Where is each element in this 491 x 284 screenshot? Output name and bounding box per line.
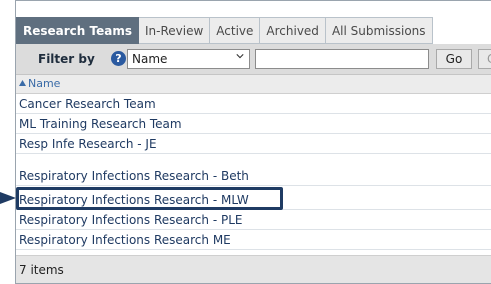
filter-text-input[interactable] <box>255 49 429 69</box>
filter-field-select[interactable]: Name <box>127 49 250 69</box>
selected-row-highlight <box>16 187 283 210</box>
list-item[interactable]: Cancer Research Team <box>16 94 491 114</box>
name-column-header[interactable]: Name <box>16 75 491 94</box>
tab-in-review[interactable]: In-Review <box>138 17 211 44</box>
list-item[interactable]: Resp Infe Research - JE <box>16 134 491 154</box>
tab-archived[interactable]: Archived <box>260 17 326 44</box>
column-header-label: Name <box>28 77 61 90</box>
pointer-arrow-icon <box>0 192 16 204</box>
chevron-down-icon <box>236 54 244 59</box>
go-button[interactable]: Go <box>436 49 472 69</box>
filter-by-label: Filter by <box>38 52 95 66</box>
sort-ascending-icon <box>19 80 26 86</box>
filter-bar: Filter by ? Name Go C <box>16 44 491 75</box>
list-item[interactable]: Respiratory Infections Research - PLE <box>16 210 491 230</box>
tab-all-submissions[interactable]: All Submissions <box>325 17 433 44</box>
tab-research-teams[interactable]: Research Teams <box>16 17 139 44</box>
help-icon[interactable]: ? <box>111 51 126 66</box>
list-item[interactable]: ML Training Research Team <box>16 114 491 134</box>
clear-button[interactable]: C <box>478 49 491 69</box>
item-count: 7 items <box>16 255 491 283</box>
list-item[interactable]: Respiratory Infections Research ME <box>16 230 491 250</box>
filter-field-value: Name <box>132 52 168 66</box>
research-teams-panel: Research Teams In-Review Active Archived… <box>15 0 491 284</box>
list-item[interactable]: Respiratory Infections Research - Beth <box>16 166 491 186</box>
tab-bar: Research Teams In-Review Active Archived… <box>16 17 433 44</box>
tab-active[interactable]: Active <box>210 17 261 44</box>
